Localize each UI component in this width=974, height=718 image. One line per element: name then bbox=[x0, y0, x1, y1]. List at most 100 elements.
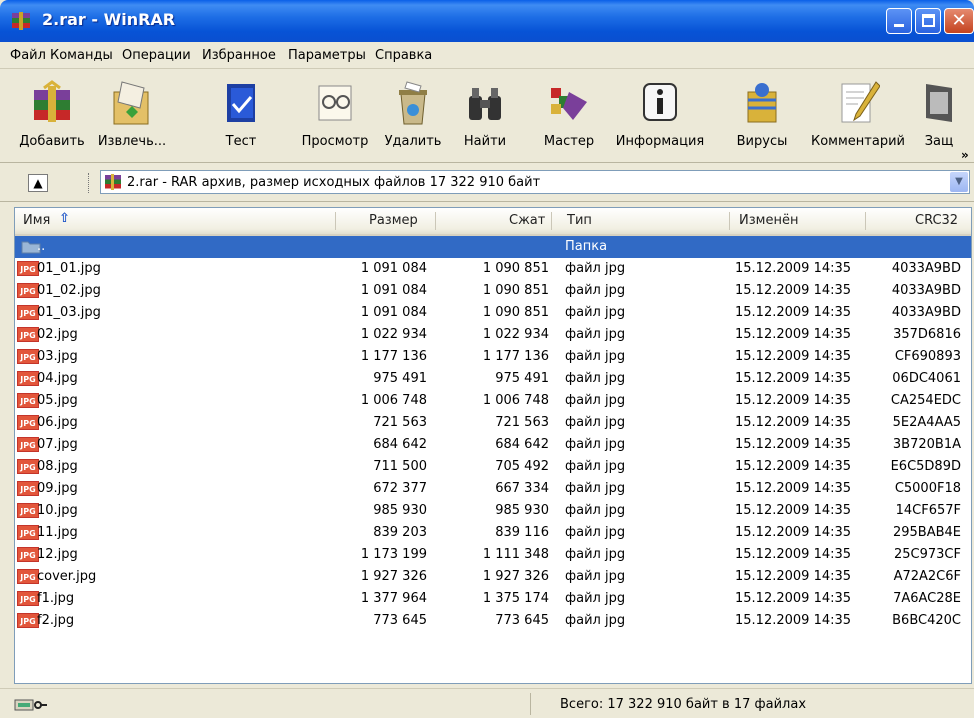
file-crc32: B6BC420C bbox=[892, 613, 961, 628]
file-crc32: 25C973CF bbox=[894, 547, 961, 562]
file-name: 09.jpg bbox=[37, 481, 78, 496]
jpg-file-icon: JPG bbox=[17, 305, 39, 320]
file-type: файл jpg bbox=[565, 591, 626, 606]
file-name: f1.jpg bbox=[37, 591, 75, 606]
address-field[interactable]: 2.rar - RAR архив, размер исходных файло… bbox=[100, 170, 970, 194]
file-crc32: 295BAB4E bbox=[892, 525, 961, 540]
jpg-file-icon: JPG bbox=[17, 349, 39, 364]
protect-button[interactable]: Защ bbox=[918, 74, 960, 158]
file-modified: 15.12.2009 14:35 bbox=[735, 437, 852, 452]
column-divider[interactable] bbox=[551, 212, 552, 230]
column-divider[interactable] bbox=[729, 212, 730, 230]
table-row[interactable]: JPG 04.jpg 975 491 975 491 файл jpg 15.12.200… bbox=[15, 368, 971, 390]
add-label: Добавить bbox=[19, 134, 85, 149]
virus-scan-button[interactable]: Вирусы bbox=[728, 74, 796, 158]
column-header-crc32[interactable]: CRC32 bbox=[915, 213, 958, 228]
svg-text:JPG: JPG bbox=[19, 265, 35, 274]
file-crc32: CF690893 bbox=[894, 349, 961, 364]
file-size: 684 642 bbox=[373, 437, 427, 452]
menu-help[interactable]: Справка bbox=[375, 48, 432, 63]
menu-options[interactable]: Параметры bbox=[288, 48, 366, 63]
address-dropdown-chevron-down-icon[interactable]: ▼ bbox=[950, 172, 968, 192]
jpg-file-icon: JPG bbox=[17, 481, 39, 496]
file-name: f2.jpg bbox=[37, 613, 75, 628]
info-button[interactable]: Информация bbox=[612, 74, 708, 158]
find-button[interactable]: Найти bbox=[456, 74, 514, 158]
table-row[interactable]: JPG 12.jpg 1 173 199 1 111 348 файл jpg 15.12… bbox=[15, 544, 971, 566]
delete-button[interactable]: Удалить bbox=[376, 74, 450, 158]
menu-file[interactable]: Файл bbox=[10, 48, 46, 63]
test-button[interactable]: Тест bbox=[212, 74, 270, 158]
column-header-packed[interactable]: Сжат bbox=[509, 213, 545, 228]
winrar-app-icon[interactable] bbox=[10, 10, 32, 32]
title-bar[interactable]: 2.rar - WinRAR ✕ bbox=[0, 0, 974, 42]
toolbar-grip[interactable] bbox=[88, 173, 92, 193]
maximize-button[interactable] bbox=[915, 8, 941, 34]
table-row[interactable]: JPG 01_01.jpg 1 091 084 1 090 851 файл jpg 15… bbox=[15, 258, 971, 280]
menu-operations[interactable]: Операции bbox=[122, 48, 191, 63]
file-modified: 15.12.2009 14:35 bbox=[735, 371, 852, 386]
column-header-modified[interactable]: Изменён bbox=[739, 213, 798, 228]
file-packed-size: 985 930 bbox=[495, 503, 549, 518]
svg-text:JPG: JPG bbox=[19, 419, 35, 428]
table-row[interactable]: JPG 09.jpg 672 377 667 334 файл jpg 15.12.200… bbox=[15, 478, 971, 500]
file-crc32: E6C5D89D bbox=[890, 459, 961, 474]
table-row[interactable]: JPG 07.jpg 684 642 684 642 файл jpg 15.12.200… bbox=[15, 434, 971, 456]
table-row[interactable]: JPG 11.jpg 839 203 839 116 файл jpg 15.12.200… bbox=[15, 522, 971, 544]
file-name: 01_02.jpg bbox=[37, 283, 101, 298]
file-size: 1 006 748 bbox=[360, 393, 427, 408]
up-folder-button[interactable]: ▲ bbox=[28, 174, 48, 192]
table-row[interactable]: JPG 06.jpg 721 563 721 563 файл jpg 15.12.200… bbox=[15, 412, 971, 434]
file-size: 711 500 bbox=[373, 459, 427, 474]
column-header-name[interactable]: Имя bbox=[23, 213, 50, 228]
file-crc32: 4033A9BD bbox=[891, 305, 961, 320]
table-row[interactable]: JPG 01_02.jpg 1 091 084 1 090 851 файл jpg 15… bbox=[15, 280, 971, 302]
file-packed-size: 1 177 136 bbox=[482, 349, 549, 364]
file-type: файл jpg bbox=[565, 613, 626, 628]
table-row[interactable]: JPG 02.jpg 1 022 934 1 022 934 файл jpg 15.12… bbox=[15, 324, 971, 346]
extract-button[interactable]: Извлечь... bbox=[92, 74, 172, 158]
protect-icon bbox=[926, 84, 952, 122]
file-modified: 15.12.2009 14:35 bbox=[735, 591, 852, 606]
table-row[interactable]: JPG 03.jpg 1 177 136 1 177 136 файл jpg 15.12… bbox=[15, 346, 971, 368]
comment-icon bbox=[841, 81, 880, 123]
menu-favorites[interactable]: Избранное bbox=[202, 48, 276, 63]
close-button[interactable]: ✕ bbox=[944, 8, 974, 34]
table-row[interactable]: JPG 01_03.jpg 1 091 084 1 090 851 файл jpg 15… bbox=[15, 302, 971, 324]
file-crc32: 357D6816 bbox=[893, 327, 961, 342]
toolbar-overflow-chevron-icon[interactable]: » bbox=[961, 148, 969, 162]
file-type: файл jpg bbox=[565, 525, 626, 540]
table-row[interactable]: JPG f1.jpg 1 377 964 1 375 174 файл jpg 15.12… bbox=[15, 588, 971, 610]
menu-commands[interactable]: Команды bbox=[50, 48, 113, 63]
column-header-type[interactable]: Тип bbox=[567, 213, 592, 228]
column-header-size[interactable]: Размер bbox=[369, 213, 418, 228]
table-row[interactable]: JPG 10.jpg 985 930 985 930 файл jpg 15.12.200… bbox=[15, 500, 971, 522]
wizard-button[interactable]: Мастер bbox=[534, 74, 604, 158]
table-row[interactable]: JPG cover.jpg 1 927 326 1 927 326 файл jpg 15… bbox=[15, 566, 971, 588]
column-divider[interactable] bbox=[865, 212, 866, 230]
svg-text:JPG: JPG bbox=[19, 573, 35, 582]
column-divider[interactable] bbox=[435, 212, 436, 230]
minimize-button[interactable] bbox=[886, 8, 912, 34]
file-modified: 15.12.2009 14:35 bbox=[735, 415, 852, 430]
jpg-file-icon: JPG bbox=[17, 613, 39, 628]
binoculars-icon bbox=[469, 88, 501, 120]
jpg-file-icon: JPG bbox=[17, 459, 39, 474]
toolbar: Добавить Извлечь... Тест Просмотр Удалит… bbox=[0, 68, 974, 163]
column-divider[interactable] bbox=[335, 212, 336, 230]
table-row[interactable]: JPG 08.jpg 711 500 705 492 файл jpg 15.12.200… bbox=[15, 456, 971, 478]
status-summary: Всего: 17 322 910 байт в 17 файлах bbox=[560, 697, 807, 712]
comment-button[interactable]: Комментарий bbox=[808, 74, 908, 158]
add-button[interactable]: Добавить bbox=[14, 74, 90, 158]
parent-folder-row[interactable]: .. Папка bbox=[15, 236, 971, 258]
svg-text:JPG: JPG bbox=[19, 595, 35, 604]
table-row[interactable]: JPG f2.jpg 773 645 773 645 файл jpg 15.12.200… bbox=[15, 610, 971, 632]
view-button[interactable]: Просмотр bbox=[296, 74, 374, 158]
file-crc32: CA254EDC bbox=[890, 393, 961, 408]
table-row[interactable]: JPG 05.jpg 1 006 748 1 006 748 файл jpg 15.12… bbox=[15, 390, 971, 412]
file-modified: 15.12.2009 14:35 bbox=[735, 481, 852, 496]
file-name: 04.jpg bbox=[37, 371, 78, 386]
rar-archive-icon bbox=[105, 174, 121, 190]
svg-text:JPG: JPG bbox=[19, 375, 35, 384]
address-text: 2.rar - RAR архив, размер исходных файло… bbox=[127, 175, 541, 190]
